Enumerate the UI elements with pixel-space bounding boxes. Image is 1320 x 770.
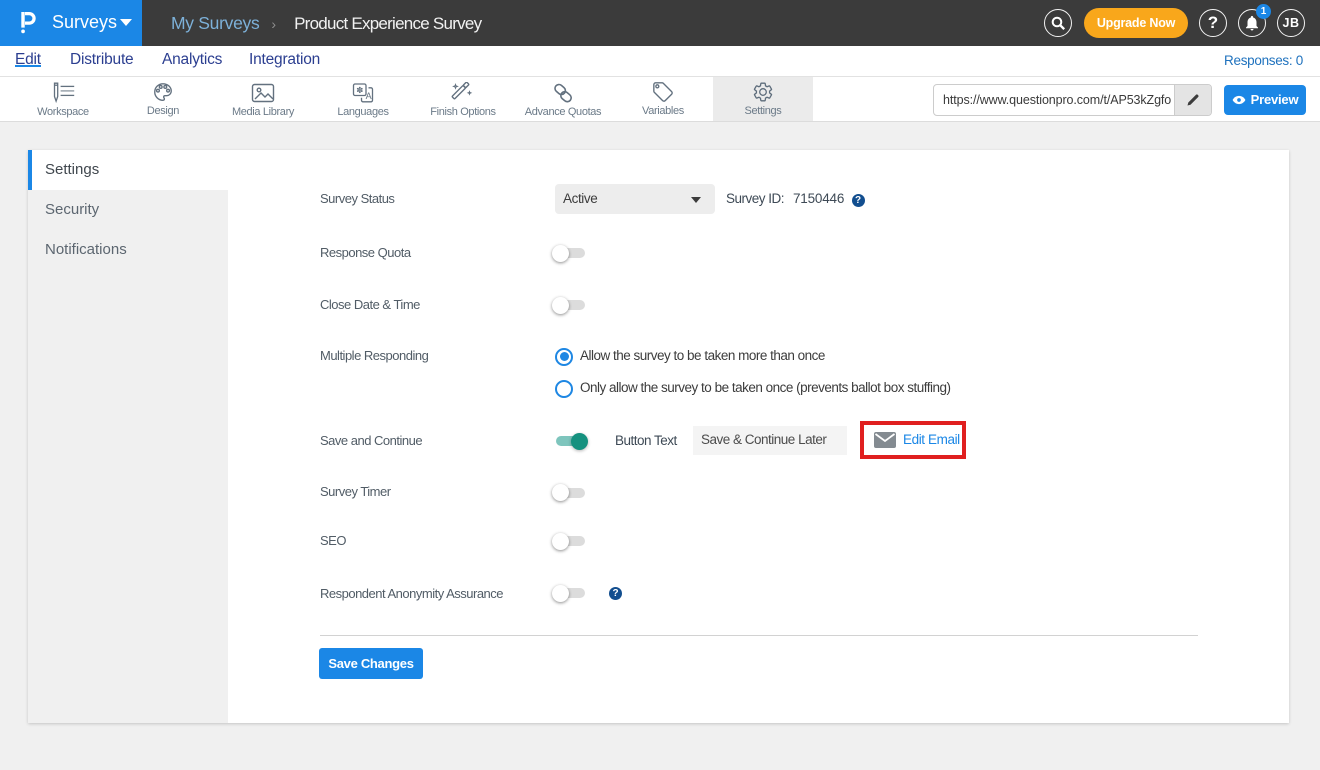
svg-text:A: A	[366, 91, 372, 101]
svg-text:✽: ✽	[356, 85, 363, 95]
